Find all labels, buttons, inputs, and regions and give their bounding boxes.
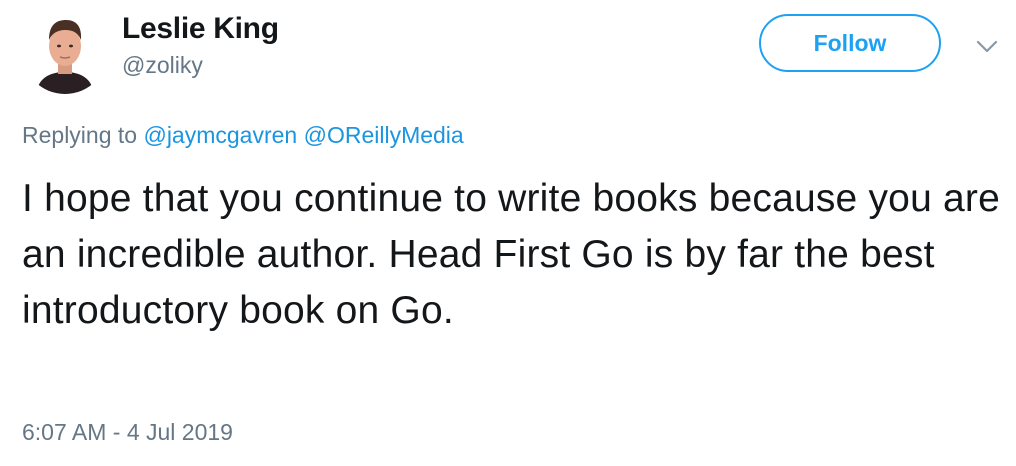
author-handle[interactable]: @zoliky [122,52,203,79]
mention-link[interactable]: @jaymcgavren [143,122,297,148]
tweet-timestamp[interactable]: 6:07 AM - 4 Jul 2019 [22,419,233,446]
replying-to-label: Replying to [22,122,138,148]
author-name[interactable]: Leslie King [122,12,279,46]
tweet-text: I hope that you continue to write books … [22,177,1000,332]
tweet-card: Leslie King @zoliky Follow Replying to @… [0,0,1016,466]
follow-button[interactable]: Follow [759,14,941,72]
avatar-portrait-icon [22,8,108,94]
chevron-down-icon[interactable] [974,36,1000,56]
avatar[interactable] [22,8,108,94]
mention-link[interactable]: @OReillyMedia [304,122,464,148]
replying-to-line: Replying to @jaymcgavren @OReillyMedia [22,122,464,149]
